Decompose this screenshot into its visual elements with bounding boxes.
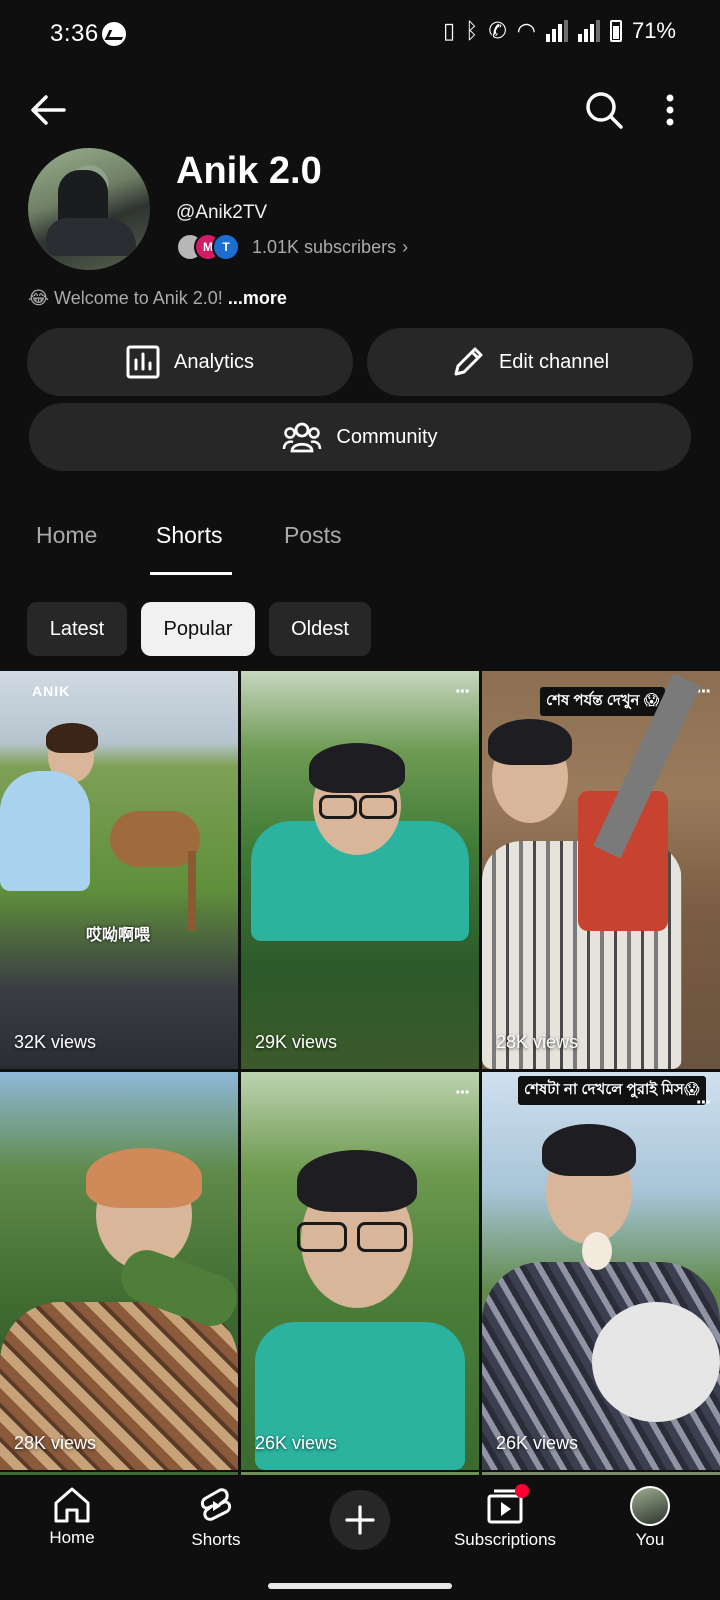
shorts-grid: ANIK 哎呦啊喂 32K views ··· 29K views শেষ পর… [0,671,720,1475]
community-button[interactable]: Community [29,403,691,471]
active-tab-indicator [150,572,232,575]
short-thumbnail[interactable]: শেষ পর্যন্ত দেখুন 😱 ··· 28K views [482,671,720,1069]
channel-name: Anik 2.0 [176,150,322,192]
nav-you-label: You [635,1530,665,1549]
egg [582,1232,612,1270]
glasses [297,1222,347,1252]
edit-channel-label: Edit channel [498,350,610,373]
person-hair [542,1124,636,1176]
vibrate-icon: ▯ [443,18,456,43]
plus-icon [345,1505,375,1535]
channel-description[interactable]: 😂 Welcome to Anik 2.0! ...more [28,288,287,309]
more-icon[interactable]: ··· [696,1092,712,1115]
channel-tabs: Home Shorts Posts [0,510,720,576]
messenger-icon [102,22,126,46]
view-count: 29K views [255,1032,338,1052]
user-avatar [630,1486,670,1526]
status-time: 3:36 [50,20,99,47]
avatar-motorbike [46,218,136,256]
glasses [319,795,357,819]
chip-popular[interactable]: Popular [141,602,255,656]
view-count: 26K views [255,1433,338,1453]
short-thumbnail[interactable]: ··· 29K views [241,671,479,1069]
view-count: 32K views [14,1032,97,1052]
short-badge: শেষ পর্যন্ত দেখুন 😱 [540,687,666,716]
nav-shorts[interactable]: Shorts [146,1486,286,1566]
short-thumbnail-peek [0,1472,238,1475]
top-app-bar [0,78,720,142]
view-count: 26K views [496,1433,579,1453]
description-text: 😂 Welcome to Anik 2.0! [28,288,223,308]
chevron-right-icon: › [402,236,409,257]
person-hair [309,743,405,793]
fawn-leg [188,851,196,931]
status-icons: ▯ ᛒ ✆ ◠ 71% [443,18,676,44]
nav-subscriptions-label: Subscriptions [453,1530,557,1549]
glasses [359,795,397,819]
nav-you[interactable]: You [580,1486,720,1566]
channel-handle: @Anik2TV [176,202,268,223]
battery-icon [609,20,622,42]
tab-home[interactable]: Home [36,522,97,549]
analytics-label: Analytics [173,350,255,373]
subscriber-count: 1.01K subscribers [252,236,397,257]
create-button[interactable] [330,1490,390,1550]
community-label: Community [336,425,438,448]
analytics-icon [126,345,160,379]
anik-watermark: ANIK [32,683,71,699]
short-thumbnail[interactable]: ··· 26K views [241,1072,479,1470]
tab-shorts[interactable]: Shorts [156,522,222,549]
view-count: 28K views [496,1032,579,1052]
edit-channel-button[interactable]: Edit channel [367,328,693,396]
channel-avatar[interactable] [28,148,150,270]
person-hair [297,1150,417,1212]
nav-subscriptions[interactable]: Subscriptions [435,1484,575,1566]
more-link[interactable]: ...more [228,288,287,308]
glasses [357,1222,407,1252]
chip-oldest[interactable]: Oldest [269,602,371,656]
search-icon[interactable] [584,90,624,130]
short-thumbnail[interactable]: শেষটা না দেখলে পুরাই মিস😱 ··· 26K views [482,1072,720,1470]
person-hair [46,723,98,753]
more-icon[interactable]: ··· [455,681,471,704]
bottom-navigation: Home Shorts Subscriptions You [0,1478,720,1600]
shorts-icon [200,1488,232,1521]
bluetooth-icon: ᛒ [465,18,479,43]
short-thumbnail-peek [241,1472,479,1475]
wifi-icon: ◠ [516,18,536,43]
notification-dot [515,1484,529,1498]
gesture-bar [268,1583,452,1589]
battery-level: 71% [631,18,676,43]
back-arrow-icon[interactable] [28,92,68,128]
subscribers-row[interactable]: M T 1.01K subscribers › [176,232,408,262]
community-icon [283,422,322,453]
subscriber-avatar: T [212,233,240,261]
nav-home[interactable]: Home [2,1486,142,1566]
person-shirt [0,771,90,891]
short-thumbnail[interactable]: 28K views [0,1072,238,1470]
chip-latest[interactable]: Latest [27,602,127,656]
signal-icon [545,20,568,42]
analytics-button[interactable]: Analytics [27,328,353,396]
nav-shorts-label: Shorts [191,1530,241,1549]
short-caption: 哎呦啊喂 [86,927,151,944]
view-count: 28K views [14,1433,97,1453]
short-thumbnail-peek [482,1472,720,1475]
more-vert-icon[interactable] [660,92,680,128]
chicken [592,1302,720,1422]
fawn [110,811,200,867]
tab-posts[interactable]: Posts [284,522,342,549]
home-icon [54,1487,90,1523]
wifi-call-icon: ✆ [488,18,507,43]
signal-icon-2 [577,20,600,42]
status-bar: 3:36 ▯ ᛒ ✆ ◠ 71% [0,0,720,68]
short-badge: শেষটা না দেখলে পুরাই মিস😱 [518,1076,706,1105]
short-thumbnail[interactable]: ANIK 哎呦啊喂 32K views [0,671,238,1069]
person-hair [86,1148,202,1208]
nav-home-label: Home [49,1528,95,1547]
more-icon[interactable]: ··· [455,1082,471,1105]
person-hair [488,719,572,765]
pencil-icon [454,347,483,376]
